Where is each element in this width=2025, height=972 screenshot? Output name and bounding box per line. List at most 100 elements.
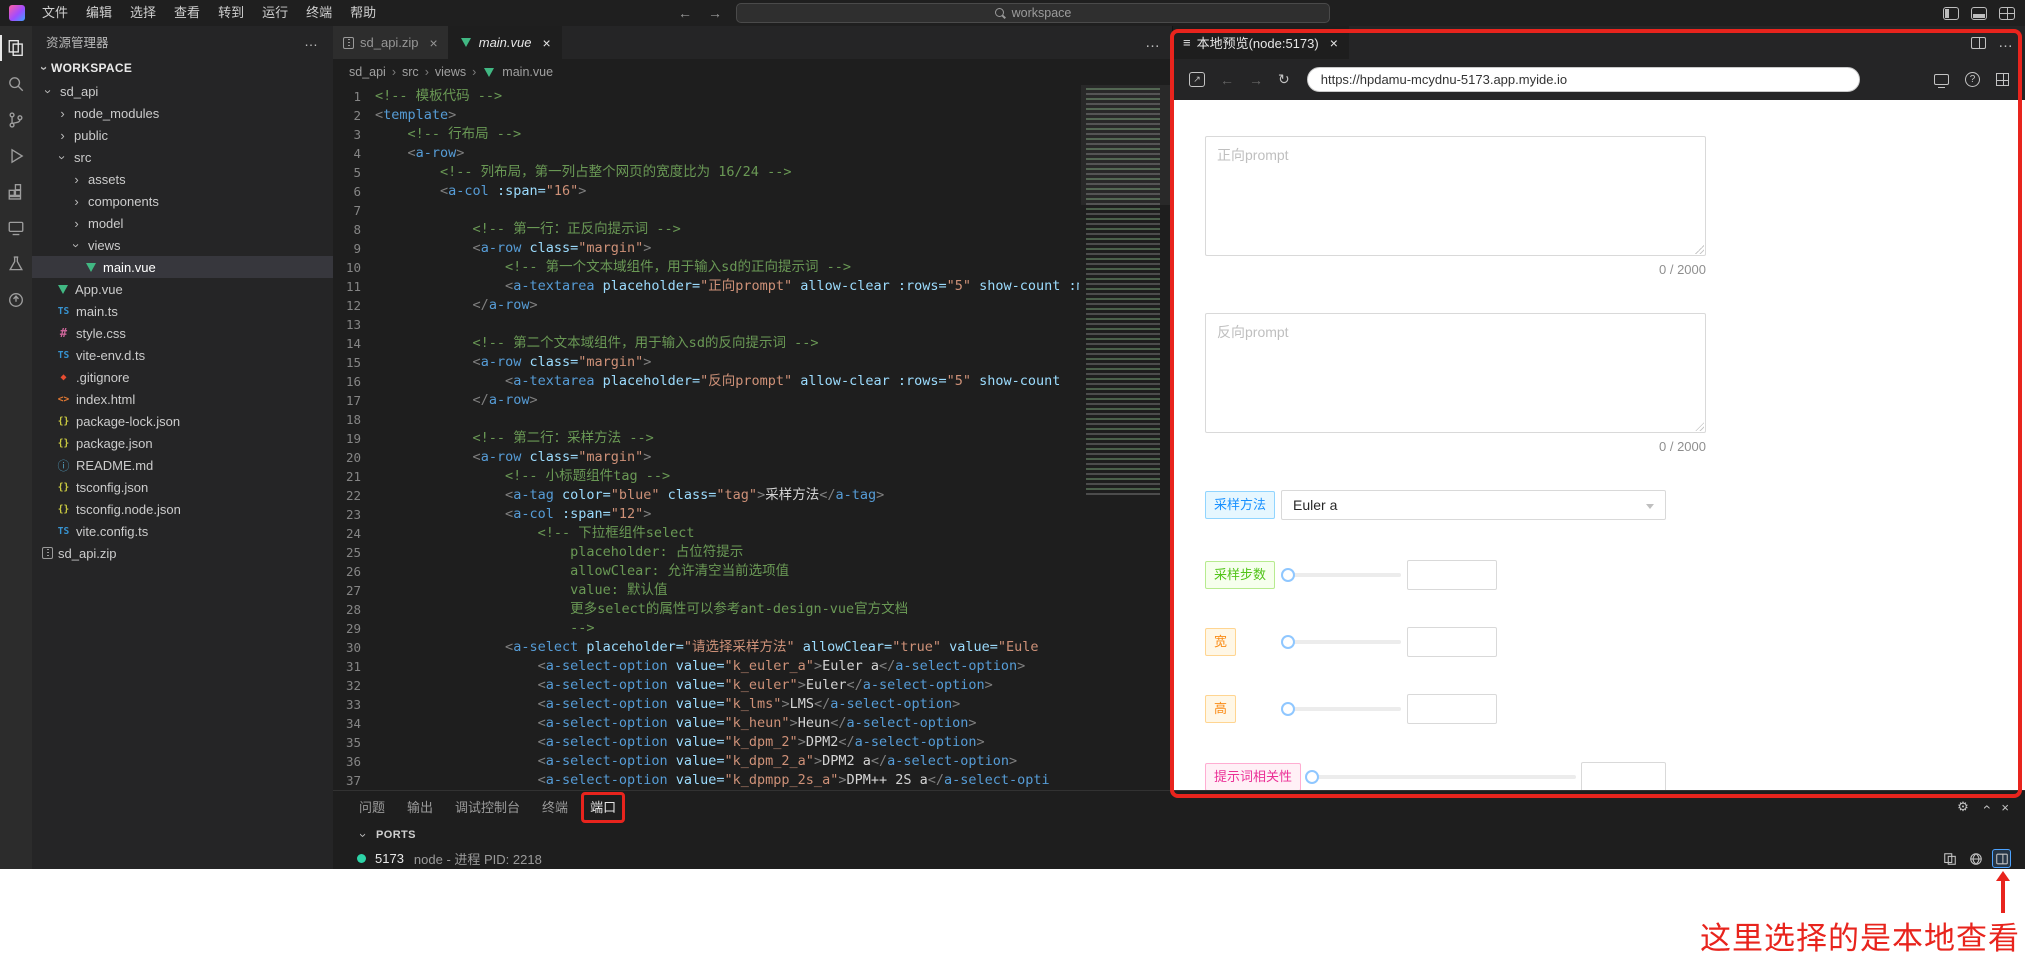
- tree-item-views[interactable]: ›views: [32, 234, 333, 256]
- breadcrumb-item[interactable]: sd_api: [349, 65, 386, 79]
- ports-section-header[interactable]: › PORTS: [333, 823, 2025, 847]
- customize-layout-icon[interactable]: [1999, 7, 2015, 20]
- tree-item-App.vue[interactable]: App.vue: [32, 278, 333, 300]
- tree-item-tsconfig.node.json[interactable]: {}tsconfig.node.json: [32, 498, 333, 520]
- tree-item-vite-env.d.ts[interactable]: TSvite-env.d.ts: [32, 344, 333, 366]
- tree-item-main.vue[interactable]: main.vue: [32, 256, 333, 278]
- tree-item-package-lock.json[interactable]: {}package-lock.json: [32, 410, 333, 432]
- url-input[interactable]: https://hpdamu-mcydnu-5173.app.myide.io: [1307, 67, 1860, 92]
- number-input-提示词相关性[interactable]: [1581, 762, 1666, 790]
- tree-item-sd_api[interactable]: ›sd_api: [32, 80, 333, 102]
- preview-tab[interactable]: ≡ 本地预览(node:5173) ×: [1173, 26, 1349, 59]
- preview-more-actions-icon[interactable]: …: [1998, 34, 2013, 51]
- breadcrumb-item[interactable]: src: [402, 65, 419, 79]
- resize-grip-icon[interactable]: [1695, 422, 1704, 431]
- number-input-高[interactable]: [1407, 694, 1497, 724]
- menu-item-帮助[interactable]: 帮助: [341, 0, 385, 26]
- menu-item-运行[interactable]: 运行: [253, 0, 297, 26]
- run-debug-icon[interactable]: [0, 138, 32, 174]
- test-flask-icon[interactable]: [0, 246, 32, 282]
- tree-item-style.css[interactable]: #style.css: [32, 322, 333, 344]
- breadcrumb-item[interactable]: main.vue: [502, 65, 553, 79]
- panel-tab-输出[interactable]: 输出: [407, 793, 433, 822]
- minimap[interactable]: [1079, 85, 1172, 790]
- tree-item-tsconfig.json[interactable]: {}tsconfig.json: [32, 476, 333, 498]
- tree-item-assets[interactable]: ›assets: [32, 168, 333, 190]
- tree-item-.gitignore[interactable]: ◆.gitignore: [32, 366, 333, 388]
- browser-back-icon[interactable]: ←: [1220, 72, 1234, 88]
- open-in-browser-icon[interactable]: [1966, 849, 1985, 868]
- reload-icon[interactable]: ↻: [1278, 71, 1290, 88]
- panel-tab-调试控制台[interactable]: 调试控制台: [455, 793, 520, 822]
- copy-address-icon[interactable]: [1940, 849, 1959, 868]
- tree-item-package.json[interactable]: {}package.json: [32, 432, 333, 454]
- code-editor[interactable]: 1<!-- 模板代码 -->2<template>3 <!-- 行布局 -->4…: [333, 85, 1172, 790]
- remote-explorer-icon[interactable]: [0, 210, 32, 246]
- toggle-sidebar-icon[interactable]: [1943, 7, 1959, 20]
- number-input-宽[interactable]: [1407, 627, 1497, 657]
- panel-close-icon[interactable]: ×: [2001, 800, 2009, 815]
- panel-tab-端口[interactable]: 端口: [590, 793, 616, 822]
- editor-tab-main.vue[interactable]: main.vue×: [449, 26, 562, 59]
- tree-item-index.html[interactable]: <>index.html: [32, 388, 333, 410]
- help-icon[interactable]: ?: [1965, 72, 1980, 87]
- extensions-icon[interactable]: [0, 174, 32, 210]
- panel-settings-icon[interactable]: ⚙: [1957, 799, 1969, 815]
- command-search-box[interactable]: workspace: [736, 3, 1330, 23]
- menu-item-转到[interactable]: 转到: [209, 0, 253, 26]
- tag-采样方法: 采样方法: [1205, 491, 1275, 519]
- editor-tab-sd_api.zip[interactable]: sd_api.zip×: [333, 26, 449, 59]
- negative-prompt-textarea[interactable]: [1205, 313, 1706, 433]
- device-toolbar-icon[interactable]: [1934, 74, 1949, 85]
- editor-more-actions-icon[interactable]: …: [1145, 34, 1160, 51]
- panel-tab-问题[interactable]: 问题: [359, 793, 385, 822]
- slider-宽[interactable]: [1281, 627, 1401, 657]
- positive-prompt-textarea[interactable]: [1205, 136, 1706, 256]
- tree-item-sd_api.zip[interactable]: sd_api.zip: [32, 542, 333, 564]
- browser-forward-icon[interactable]: →: [1249, 72, 1263, 88]
- slider-handle[interactable]: [1281, 635, 1295, 649]
- more-actions-icon[interactable]: …: [304, 33, 319, 49]
- panel-maximize-icon[interactable]: ›: [1977, 805, 1993, 810]
- tree-item-main.ts[interactable]: TSmain.ts: [32, 300, 333, 322]
- breadcrumb-item[interactable]: views: [435, 65, 466, 79]
- panel-tab-终端[interactable]: 终端: [542, 793, 568, 822]
- explorer-icon[interactable]: [0, 30, 32, 66]
- slider-handle[interactable]: [1281, 702, 1295, 716]
- tree-item-src[interactable]: ›src: [32, 146, 333, 168]
- search-sidebar-icon[interactable]: [0, 66, 32, 102]
- open-external-icon[interactable]: ↗: [1189, 72, 1205, 87]
- close-icon[interactable]: ×: [430, 35, 438, 51]
- tree-item-vite.config.ts[interactable]: TSvite.config.ts: [32, 520, 333, 542]
- share-icon[interactable]: [0, 282, 32, 318]
- workspace-section-header[interactable]: › WORKSPACE: [32, 56, 333, 80]
- number-input-采样步数[interactable]: [1407, 560, 1497, 590]
- slider-高[interactable]: [1281, 694, 1401, 724]
- tree-item-model[interactable]: ›model: [32, 212, 333, 234]
- tree-item-node_modules[interactable]: ›node_modules: [32, 102, 333, 124]
- nav-back-icon[interactable]: ←: [678, 5, 692, 21]
- toggle-panel-icon[interactable]: [1971, 7, 1987, 20]
- slider-采样步数[interactable]: [1281, 560, 1401, 590]
- nav-forward-icon[interactable]: →: [708, 5, 722, 21]
- menu-item-文件[interactable]: 文件: [33, 0, 77, 26]
- slider-handle[interactable]: [1281, 568, 1295, 582]
- preview-in-editor-icon[interactable]: [1992, 849, 2011, 868]
- menu-item-终端[interactable]: 终端: [297, 0, 341, 26]
- source-control-icon[interactable]: [0, 102, 32, 138]
- menu-item-查看[interactable]: 查看: [165, 0, 209, 26]
- tree-item-components[interactable]: ›components: [32, 190, 333, 212]
- devtools-grid-icon[interactable]: [1996, 73, 2009, 86]
- slider-handle[interactable]: [1305, 770, 1319, 784]
- split-editor-icon[interactable]: [1971, 37, 1986, 49]
- slider-提示词相关性[interactable]: [1305, 762, 1576, 790]
- tree-item-public[interactable]: ›public: [32, 124, 333, 146]
- resize-grip-icon[interactable]: [1695, 245, 1704, 254]
- menu-item-选择[interactable]: 选择: [121, 0, 165, 26]
- sampler-select[interactable]: Euler a: [1281, 490, 1666, 520]
- menu-item-编辑[interactable]: 编辑: [77, 0, 121, 26]
- close-icon[interactable]: ×: [542, 35, 550, 51]
- port-row[interactable]: 5173 node - 进程 PID: 2218: [333, 847, 2025, 870]
- tree-item-README.md[interactable]: ⓘREADME.md: [32, 454, 333, 476]
- close-icon[interactable]: ×: [1330, 35, 1338, 51]
